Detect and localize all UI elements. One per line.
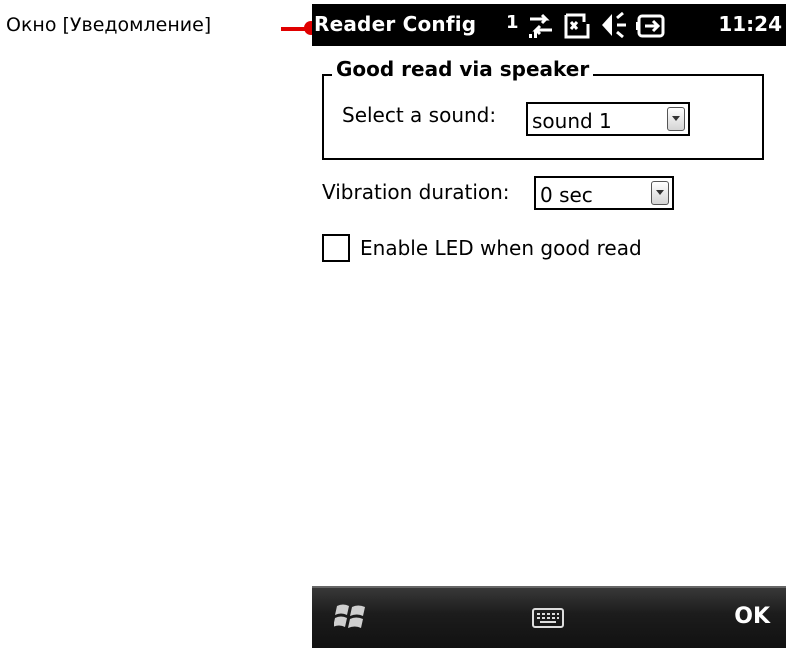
- menu-bar-divider: [312, 586, 786, 588]
- signal-strength: 1: [506, 12, 519, 33]
- enable-led-checkbox[interactable]: [322, 234, 350, 262]
- vibration-select-value: 0 sec: [540, 183, 593, 207]
- enable-led-label[interactable]: Enable LED when good read: [360, 236, 642, 260]
- speaker-icon[interactable]: [598, 10, 630, 44]
- vibration-label: Vibration duration:: [322, 180, 510, 204]
- ok-button[interactable]: OK: [734, 604, 770, 629]
- windows-start-icon[interactable]: [333, 600, 368, 636]
- keyboard-icon[interactable]: [532, 608, 564, 632]
- vibration-select-dropdown-button[interactable]: [651, 181, 669, 205]
- clock[interactable]: 11:24: [718, 12, 782, 36]
- notification-icon[interactable]: [562, 10, 592, 44]
- device-screen: Reader Config 1 11:24 Good read via spea…: [312, 4, 786, 648]
- connectivity-icon[interactable]: [526, 10, 556, 44]
- chevron-down-icon: [672, 116, 680, 121]
- vibration-select[interactable]: 0 sec: [534, 176, 674, 210]
- annotation-label: Окно [Уведомление]: [6, 14, 212, 36]
- status-bar: Reader Config 1 11:24: [312, 4, 786, 46]
- chevron-down-icon: [656, 190, 664, 195]
- select-sound-label: Select a sound:: [342, 103, 497, 127]
- battery-icon[interactable]: [635, 10, 667, 44]
- menu-bar: OK: [312, 586, 786, 648]
- sound-select-dropdown-button[interactable]: [667, 107, 685, 131]
- app-title: Reader Config: [314, 12, 477, 36]
- sound-select[interactable]: sound 1: [526, 102, 690, 136]
- sound-select-value: sound 1: [532, 109, 612, 133]
- sound-group-title: Good read via speaker: [332, 57, 594, 81]
